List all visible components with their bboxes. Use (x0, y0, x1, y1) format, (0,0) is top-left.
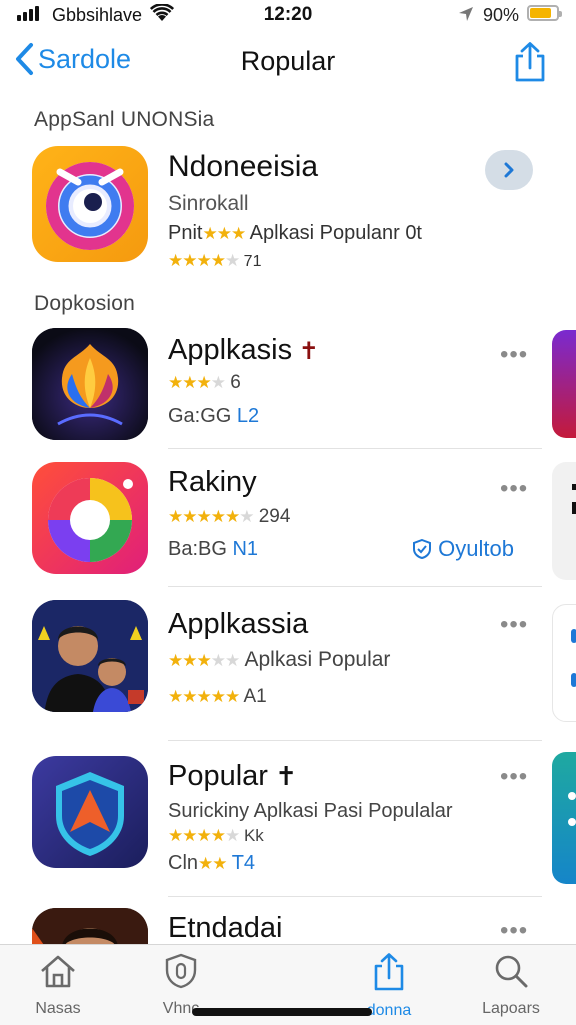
home-indicator[interactable] (192, 1008, 372, 1016)
battery-percent: 90% (483, 5, 520, 25)
status-bar: Gbbsihlave 12:20 90% (0, 0, 576, 30)
app-name: Etndadai (168, 912, 283, 944)
next-card-peek[interactable] (552, 330, 576, 438)
featured-app-description: Aplkasi Populanr (249, 222, 400, 244)
search-icon (495, 955, 528, 988)
section-header-list: Dopkosion (34, 292, 136, 315)
more-options-icon[interactable]: ••• (500, 343, 528, 367)
more-options-icon[interactable]: ••• (500, 765, 528, 789)
app-name: Rakiny (168, 466, 257, 498)
shield-outline-icon (165, 953, 197, 989)
next-card-peek[interactable] (552, 752, 576, 884)
app-rating: ★★★★ 6 (168, 372, 241, 393)
tab-home[interactable]: Nasas (3, 953, 113, 1018)
home-icon (41, 955, 75, 988)
divider (168, 896, 542, 897)
app-meta: Cln★★ T4 (168, 852, 256, 874)
share-icon[interactable] (512, 42, 548, 87)
more-options-icon[interactable]: ••• (500, 477, 528, 501)
divider (168, 740, 542, 741)
app-name: Applkassia (168, 608, 309, 640)
flame-flower-icon (32, 328, 148, 440)
star-rating-icon: ★★★★★★ (168, 507, 254, 526)
app-action-link[interactable]: Oyultob (412, 536, 514, 562)
more-options-icon[interactable]: ••• (500, 613, 528, 637)
battery-icon (527, 5, 562, 21)
tab-label: Nasas (35, 1000, 81, 1017)
featured-app-subtitle: Sinrokall (168, 192, 249, 215)
app-meta: Ba:BG N1 (168, 538, 259, 560)
shield-icon (32, 756, 148, 868)
star-rating-icon: ★★★★★ (168, 251, 240, 270)
next-card-peek[interactable] (552, 604, 576, 722)
star-rating-icon: ★★★★ (168, 373, 226, 392)
divider (168, 448, 542, 449)
star-rating-icon: ★★★★★ (168, 687, 240, 706)
location-arrow-icon (458, 6, 474, 27)
app-meta: Ga:GG L2 (168, 405, 260, 427)
navigation-bar: Sardole Ropular (0, 36, 576, 92)
tab-label: Lapoars (482, 1000, 540, 1017)
featured-app-prefix: Pnit (168, 222, 203, 244)
page-title: Ropular (240, 46, 336, 76)
next-card-peek[interactable] (552, 462, 576, 580)
open-app-button[interactable] (485, 150, 533, 190)
featured-app-tail: 0t (405, 222, 422, 244)
chevron-right-icon (504, 162, 514, 178)
shield-check-icon (413, 538, 431, 560)
o-ring-logo-icon (32, 146, 148, 262)
more-options-icon[interactable]: ••• (500, 919, 528, 943)
portrait-icon (32, 600, 148, 712)
app-subtitle: Surickiny Aplkasi Pasi Populalar (168, 800, 453, 822)
share-icon (374, 953, 404, 991)
section-header-featured: AppSanl UNONSia (34, 108, 215, 131)
divider (168, 586, 542, 587)
camera-ring-icon (32, 462, 148, 574)
app-rating: ★★★★★★ 294 (168, 506, 291, 527)
app-rating: ★★★★★ Aplkasi Popular (168, 648, 391, 671)
tab-search[interactable]: Lapoars (456, 953, 566, 1018)
app-rating: ★★★★★ Kk (168, 826, 264, 845)
featured-app-rating: ★★★★★ 71 (168, 251, 261, 271)
portrait-icon (32, 908, 148, 948)
star-rating-icon: ★★★★★ (168, 826, 240, 845)
featured-app-description-line: Pnit★★★ Aplkasi Populanr 0t (168, 222, 422, 245)
app-name: Popular ✝ (168, 760, 297, 792)
star-rating-icon: ★★★★★ (168, 651, 240, 670)
featured-app-rating-text: 71 (243, 253, 262, 270)
featured-app-name: Ndoneeisia (168, 150, 319, 183)
app-meta: ★★★★★ A1 (168, 686, 267, 707)
app-name: Applkasis ✝ (168, 334, 319, 366)
star-rating-icon: ★★★ (202, 224, 246, 243)
